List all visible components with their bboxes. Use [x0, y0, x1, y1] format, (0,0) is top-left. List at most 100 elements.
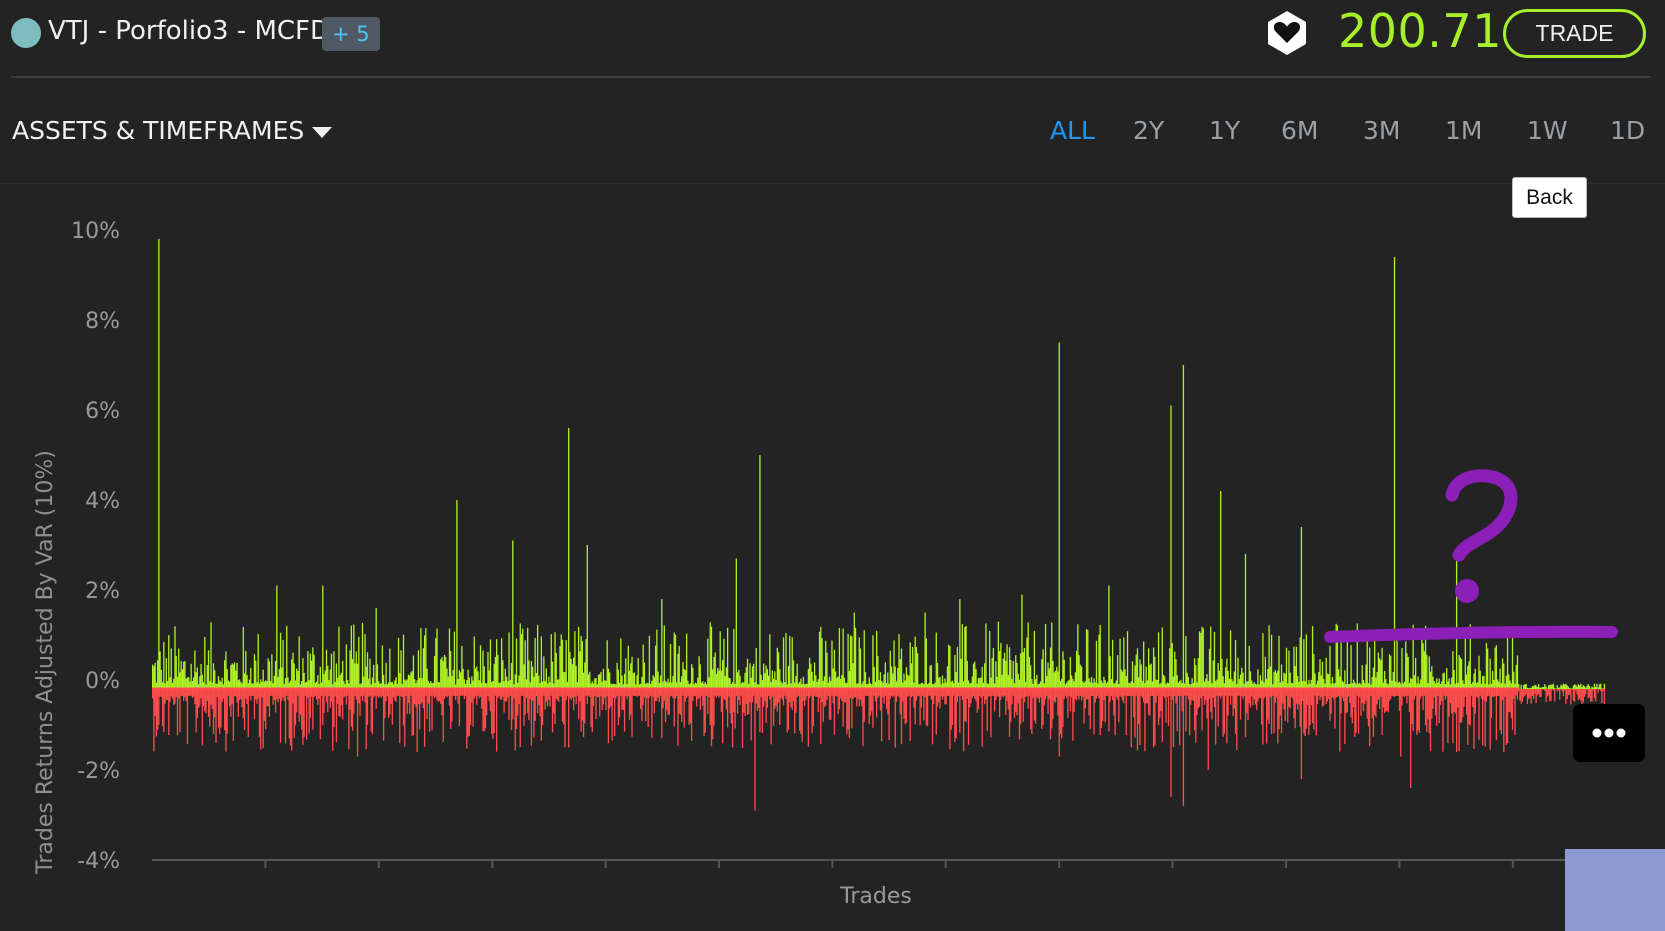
negative-bar — [1417, 689, 1419, 730]
negative-bar — [1088, 689, 1090, 716]
positive-bar — [1136, 648, 1139, 689]
negative-bar — [832, 689, 834, 704]
positive-bar — [1513, 671, 1515, 689]
negative-bar — [250, 689, 252, 701]
positive-bar — [487, 652, 489, 689]
positive-bar — [1596, 683, 1598, 689]
negative-bar — [801, 689, 803, 742]
more-options-button[interactable] — [1573, 704, 1645, 762]
positive-bar — [342, 660, 344, 689]
negative-bar — [920, 689, 923, 708]
positive-bar — [277, 676, 279, 689]
positive-bar — [1479, 670, 1481, 689]
heart-icon[interactable] — [1265, 9, 1309, 57]
positive-bar — [1171, 642, 1173, 689]
negative-bar — [1100, 689, 1103, 728]
positive-bar — [884, 662, 887, 689]
negative-bar — [923, 689, 925, 721]
negative-bar — [1010, 689, 1012, 723]
price-value: 200.71 — [1338, 4, 1502, 58]
trade-button[interactable]: TRADE — [1503, 9, 1646, 58]
negative-bar — [885, 689, 888, 709]
positive-bar — [309, 653, 312, 689]
tab-6m[interactable]: 6M — [1281, 116, 1318, 145]
positive-bar — [520, 634, 523, 689]
tab-1w[interactable]: 1W — [1527, 116, 1568, 145]
positive-bar — [642, 644, 644, 689]
positive-bar — [375, 608, 377, 689]
negative-bar — [1374, 689, 1376, 715]
tab-2y[interactable]: 2Y — [1133, 116, 1164, 145]
negative-bar — [1344, 689, 1346, 744]
positive-bar — [330, 653, 333, 689]
assets-timeframes-dropdown[interactable]: ASSETS & TIMEFRAMES — [12, 116, 333, 145]
positive-bar — [667, 678, 669, 689]
positive-bar — [488, 670, 490, 689]
positive-bar — [1431, 666, 1433, 689]
negative-bar — [1249, 689, 1252, 708]
positive-bar — [823, 676, 826, 689]
negative-bar — [260, 689, 262, 750]
positive-bar — [535, 673, 538, 689]
positive-bar — [1109, 656, 1111, 689]
positive-bar — [212, 663, 215, 689]
negative-bar — [956, 689, 959, 703]
negative-bar — [1223, 689, 1226, 734]
positive-bar — [502, 660, 504, 689]
negative-bar — [909, 689, 911, 741]
negative-bar — [826, 689, 828, 700]
back-button[interactable]: Back — [1512, 177, 1587, 218]
positive-bar — [1539, 687, 1541, 689]
corner-thumbnail[interactable] — [1565, 849, 1665, 931]
positive-bar — [1294, 666, 1296, 689]
positive-bar — [1582, 685, 1584, 689]
tab-all[interactable]: ALL — [1050, 116, 1095, 145]
positive-bar — [1313, 653, 1315, 689]
tab-1d[interactable]: 1D — [1610, 116, 1645, 145]
negative-bar — [1188, 689, 1191, 736]
negative-bar — [931, 689, 934, 745]
negative-bar — [385, 689, 387, 702]
negative-bar — [242, 689, 244, 719]
positive-bar — [795, 676, 797, 689]
positive-bar — [335, 663, 338, 689]
negative-bar — [1089, 689, 1091, 730]
negative-bar — [1313, 689, 1315, 730]
negative-bar — [1366, 689, 1368, 719]
positive-bar — [1381, 647, 1383, 689]
positive-bar — [1227, 670, 1229, 689]
tab-1y[interactable]: 1Y — [1209, 116, 1240, 145]
positive-bar — [1380, 660, 1382, 689]
negative-bar — [1252, 689, 1254, 706]
positive-bar — [1340, 639, 1342, 689]
y-axis-label: Trades Returns Adjusted By VaR (10%) — [33, 450, 58, 875]
negative-bar — [1190, 689, 1192, 706]
negative-bar — [303, 689, 305, 737]
positive-bar — [152, 664, 154, 689]
negative-bar — [734, 689, 736, 729]
negative-bar — [782, 689, 785, 706]
negative-bar — [1455, 689, 1458, 752]
positive-bar — [828, 676, 831, 689]
negative-bar — [1566, 689, 1568, 700]
tab-1m[interactable]: 1M — [1445, 116, 1482, 145]
negative-bar — [266, 689, 268, 707]
positive-bar — [1597, 687, 1599, 689]
negative-bar — [1315, 689, 1317, 736]
negative-bar — [626, 689, 628, 700]
negative-bar — [283, 689, 285, 702]
positive-bar — [863, 630, 865, 689]
negative-bar — [293, 689, 295, 738]
negative-bar — [823, 689, 826, 707]
positive-bar — [221, 677, 223, 689]
negative-bar — [1351, 689, 1353, 724]
portfolio-title[interactable]: VTJ - Porfolio3 - MCFD — [48, 16, 330, 46]
positive-bar — [371, 677, 374, 689]
negative-bar — [1411, 689, 1413, 725]
positive-bar — [1031, 678, 1033, 689]
negative-bar — [1524, 689, 1526, 696]
extra-assets-badge[interactable]: + 5 — [322, 17, 380, 51]
negative-bar — [1534, 689, 1536, 694]
tab-3m[interactable]: 3M — [1363, 116, 1400, 145]
negative-bar — [503, 689, 505, 713]
